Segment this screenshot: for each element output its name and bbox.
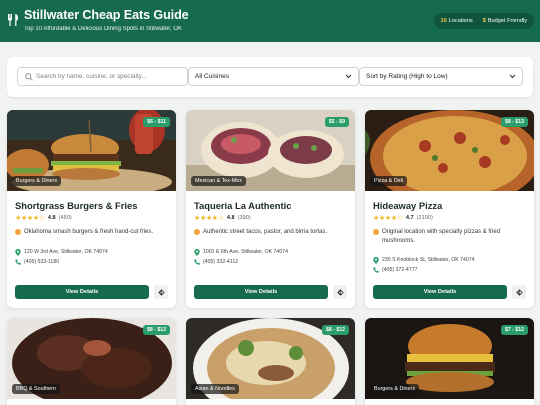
restaurant-name[interactable]: Taqueria La Authentic: [194, 200, 291, 211]
address: 230 S Knoblock St, Stillwater, OK 74074: [373, 257, 475, 264]
view-details-button[interactable]: View Details: [373, 285, 507, 299]
category-badge: Pizza & Deli: [370, 176, 408, 186]
restaurant-card[interactable]: $8 - $12 Asian & Noodles: [186, 318, 355, 405]
view-details-button[interactable]: View Details: [15, 285, 149, 299]
star-badge-icon: [194, 229, 200, 235]
view-details-button[interactable]: View Details: [194, 285, 328, 299]
directions-button[interactable]: [512, 285, 526, 299]
category-badge: Asian & Noodles: [191, 384, 239, 394]
price-badge: $8 - $13: [500, 117, 528, 127]
page-subtitle: Top 10 Affordable & Delicious Dining Spo…: [24, 26, 182, 32]
star-rating-icon: ★★★★☆: [194, 215, 224, 222]
directions-icon: [336, 288, 344, 296]
map-pin-icon: [15, 249, 21, 256]
specialty: Authentic street tacos, pastor, and birr…: [194, 228, 349, 237]
rating-value: 4.8: [226, 215, 235, 221]
price-badge: $6 - $11: [143, 117, 170, 127]
sort-select[interactable]: Sort by Rating (High to Low): [359, 67, 523, 86]
restaurant-name[interactable]: Hideaway Pizza: [373, 200, 442, 211]
restaurant-card[interactable]: $8 - $13 Pizza & Deli Hideaway Pizza ★★★…: [365, 110, 534, 308]
restaurant-card[interactable]: $7 - $12 Burgers & Diners: [365, 318, 534, 405]
review-count: (390): [237, 215, 251, 221]
search-input[interactable]: [36, 69, 184, 84]
address: 1001 E 6th Ave, Stillwater, OK 74074: [194, 249, 288, 256]
category-badge: Burgers & Diners: [370, 384, 420, 394]
rating: ★★★★☆ 4.8 (390): [194, 214, 251, 222]
category-badge: BBQ & Southern: [12, 384, 60, 394]
directions-button[interactable]: [154, 285, 168, 299]
sort-select-value: Sort by Rating (High to Low): [366, 73, 448, 80]
phone-icon: [15, 259, 21, 265]
directions-icon: [515, 288, 523, 296]
price-badge: $7 - $12: [500, 325, 528, 335]
review-count: (2100): [416, 215, 433, 221]
map-pin-icon: [194, 249, 200, 256]
filter-bar: All Cuisines Sort by Rating (High to Low…: [7, 57, 533, 97]
phone-icon: [373, 267, 379, 273]
phone-icon: [194, 259, 200, 265]
category-badge: Burgers & Diners: [12, 176, 62, 186]
restaurant-name[interactable]: Shortgrass Burgers & Fries: [15, 200, 137, 211]
review-count: (450): [58, 215, 72, 221]
directions-icon: [157, 288, 165, 296]
search-icon: [25, 73, 33, 81]
star-rating-icon: ★★★★☆: [15, 215, 45, 222]
app-header: Stillwater Cheap Eats Guide Top 10 Affor…: [0, 0, 540, 42]
star-badge-icon: [373, 229, 379, 235]
price-badge: $8 - $13: [142, 325, 170, 335]
rating-value: 4.7: [405, 215, 414, 221]
specialty: Original location with specialty pizzas …: [373, 228, 528, 246]
chevron-down-icon: [509, 74, 516, 79]
restaurant-card[interactable]: $8 - $13 BBQ & Southern: [7, 318, 176, 405]
search-box[interactable]: [17, 67, 188, 86]
rating: ★★★★☆ 4.8 (450): [15, 214, 72, 222]
specialty: Oklahoma smash burgers & fresh hand-cut …: [15, 228, 170, 237]
page-title: Stillwater Cheap Eats Guide: [24, 8, 189, 22]
utensils-icon: [8, 14, 18, 26]
stats-group: 10 Locations $ Budget Friendly: [433, 13, 534, 29]
category-badge: Mexican & Tex-Mex: [191, 176, 246, 186]
price-badge: $8 - $12: [321, 325, 349, 335]
cuisine-select[interactable]: All Cuisines: [188, 67, 359, 86]
star-badge-icon: [15, 229, 21, 235]
restaurant-card[interactable]: $6 - $11 Burgers & Diners Shortgrass Bur…: [7, 110, 176, 308]
rating: ★★★★☆ 4.7 (2100): [373, 214, 433, 222]
phone[interactable]: (405) 372-4777: [373, 267, 417, 273]
map-pin-icon: [373, 257, 379, 264]
locations-stat: 10 Locations: [440, 18, 473, 24]
cuisine-select-value: All Cuisines: [195, 73, 229, 80]
address: 120 W 3rd Ave, Stillwater, OK 74074: [15, 249, 108, 256]
star-rating-icon: ★★★★☆: [373, 215, 403, 222]
price-badge: $5 - $9: [324, 117, 349, 127]
phone[interactable]: (405) 533-1180: [15, 259, 59, 265]
phone[interactable]: (405) 332-4112: [194, 259, 238, 265]
directions-button[interactable]: [333, 285, 347, 299]
rating-value: 4.8: [47, 215, 56, 221]
restaurant-card[interactable]: $5 - $9 Mexican & Tex-Mex Taqueria La Au…: [186, 110, 355, 308]
chevron-down-icon: [345, 74, 352, 79]
budget-stat: $ Budget Friendly: [482, 18, 527, 24]
